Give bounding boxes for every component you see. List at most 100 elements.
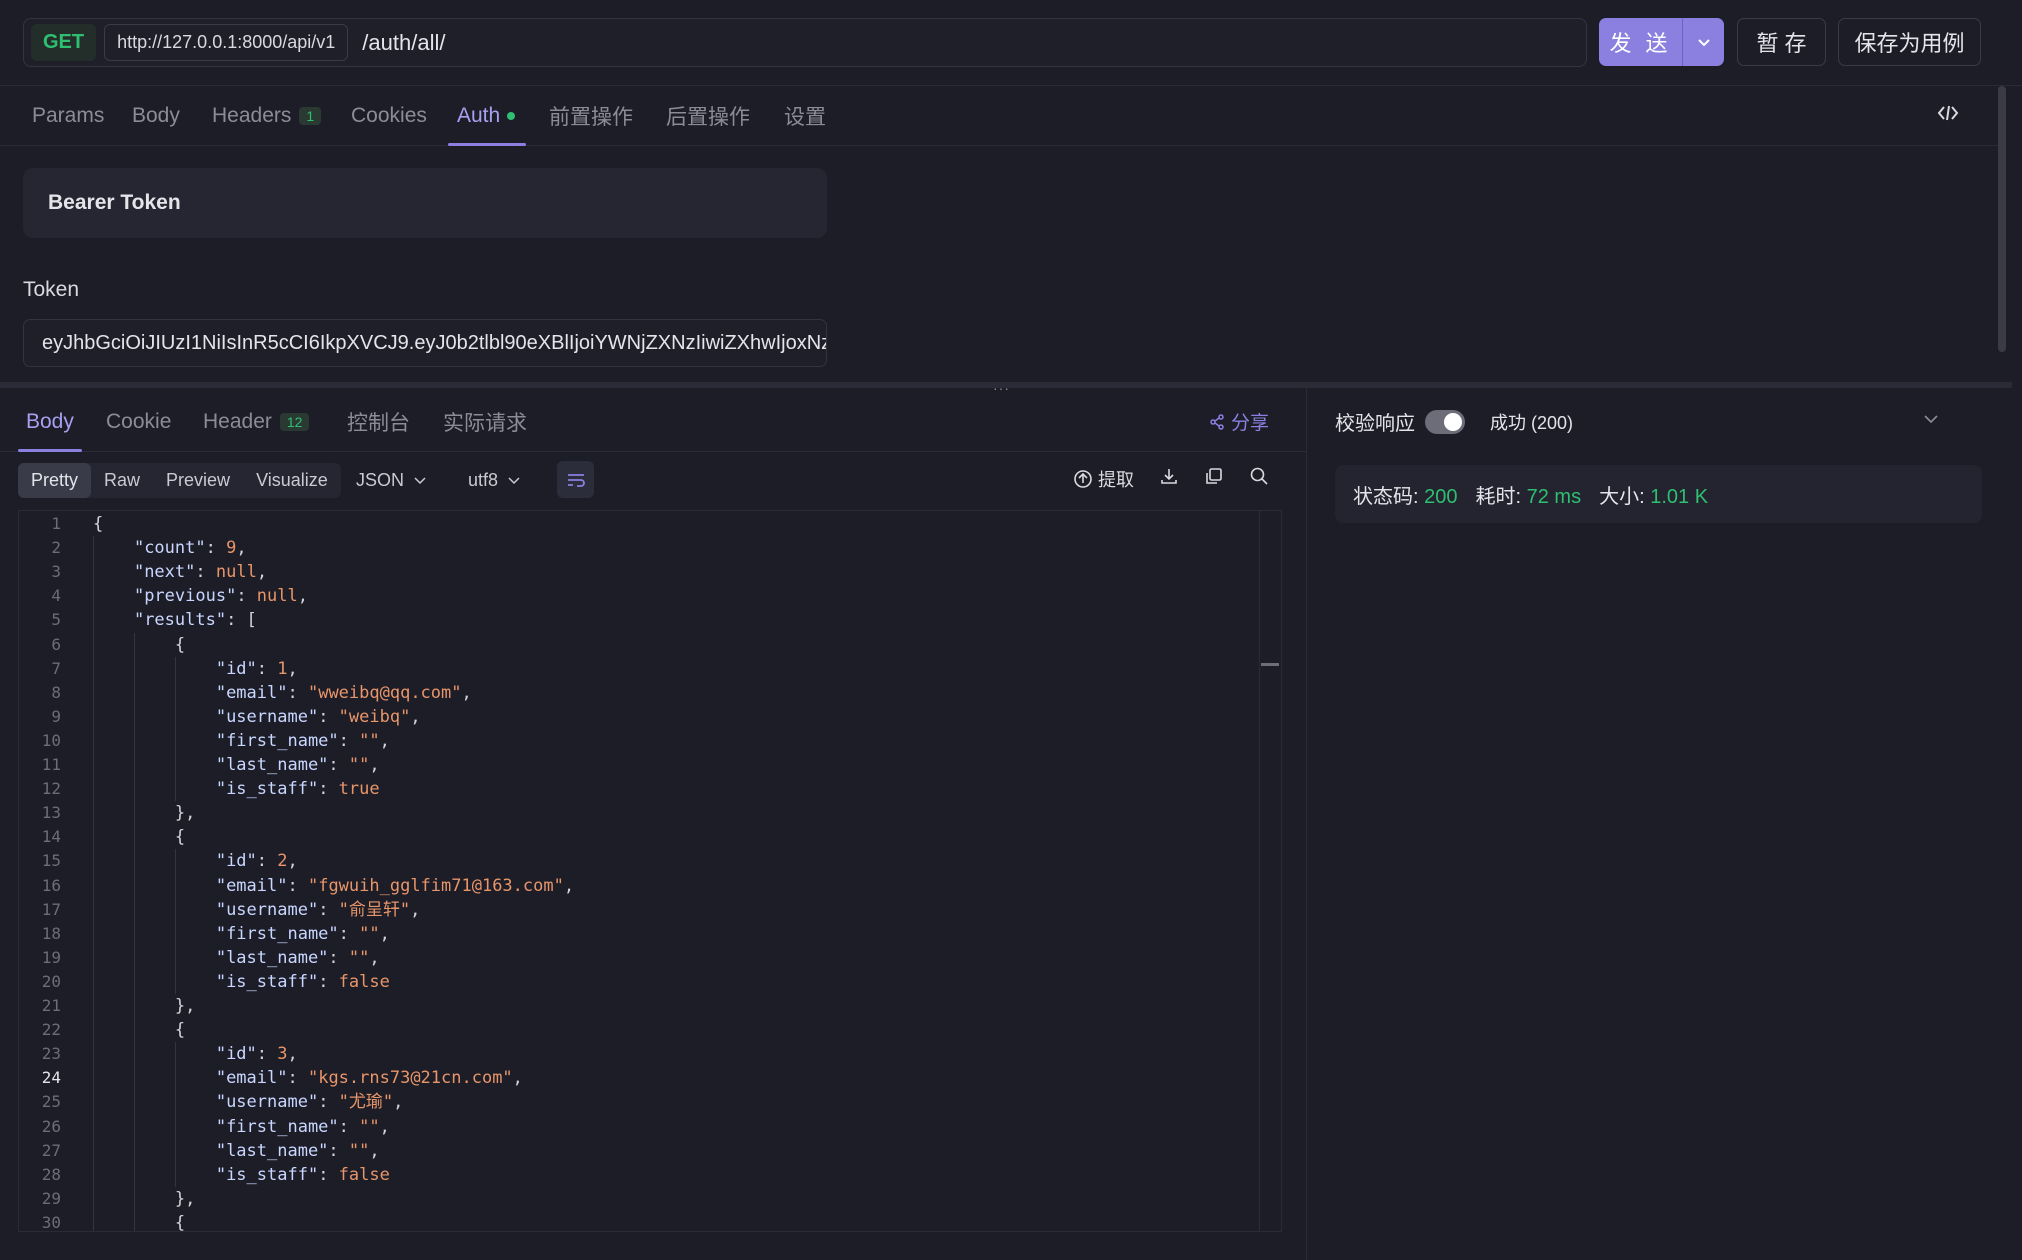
download-icon[interactable] [1159,466,1179,486]
response-body-editor[interactable]: 1{2 "count": 9, 3 "next": null, 4 "previou… [18,510,1282,1232]
code-text: "is_staff": false [215,971,390,992]
code-line: 30 { [19,1211,1259,1232]
auth-type-select[interactable]: Bearer Token [23,168,827,238]
line-number: 8 [51,682,61,702]
request-tabs: Params Body Headers 1 Cookies Auth 前置操作 后… [0,86,2000,146]
verify-response: 校验响应 [1335,407,1465,436]
url-input-group[interactable]: GET http://127.0.0.1:8000/api/v1 /auth/a… [23,18,1587,67]
send-label[interactable]: 发 送 [1599,18,1682,66]
tab-body[interactable]: Body [132,86,180,146]
indent-guide [174,1042,176,1187]
response-divider [1306,388,1307,1260]
code-text: "first_name": "", [215,1116,390,1137]
chevron-down-icon[interactable] [1924,408,1938,429]
line-number: 5 [51,610,61,630]
word-wrap-icon[interactable] [557,461,594,498]
code-text: }, [93,996,196,1016]
path-input[interactable]: /auth/all/ [362,30,445,56]
code-text: { [93,514,104,534]
tab-headers[interactable]: Headers 1 [212,86,322,146]
view-raw[interactable]: Raw [91,463,153,498]
tab-console[interactable]: 控制台 [347,392,410,452]
tab-label: Cookies [351,104,427,127]
code-line: 15 "id": 2, [19,849,1259,873]
indent-guide [93,536,94,1231]
token-input[interactable]: eyJhbGciOiJIUzI1NiIsInR5cCI6IkpXVCJ9.eyJ… [23,319,827,367]
time-item: 耗时: 72 ms [1476,480,1582,509]
tab-pre-operations[interactable]: 前置操作 [549,86,633,146]
code-icon[interactable] [1937,104,1959,127]
send-button[interactable]: 发 送 [1599,18,1724,66]
code-line: 18 "first_name": "", [19,922,1259,946]
code-text: "last_name": "", [215,947,380,968]
tab-response-body[interactable]: Body [26,392,74,452]
line-number: 30 [41,1212,61,1232]
copy-icon[interactable] [1204,466,1224,486]
view-visualize[interactable]: Visualize [243,463,341,498]
base-url[interactable]: http://127.0.0.1:8000/api/v1 [104,24,349,61]
code-text: "username": "俞呈轩", [215,899,421,920]
auth-status-dot [507,112,516,120]
size-value: 1.01 K [1650,485,1709,508]
format-select[interactable]: JSON [356,463,426,498]
share-label: 分享 [1231,413,1270,434]
code-line: 11 "last_name": "", [19,753,1259,777]
search-icon[interactable] [1249,466,1269,486]
line-number: 26 [41,1116,61,1136]
tab-post-operations[interactable]: 后置操作 [666,86,750,146]
code-line: 10 "first_name": "", [19,729,1259,753]
share-button[interactable]: 分享 [1209,408,1269,435]
active-tab-indicator [448,143,526,146]
status-code-label: 状态码: [1353,485,1419,508]
response-status-summary: 状态码: 200 耗时: 72 ms 大小: 1.01 K [1335,465,1982,523]
header-count-badge: 12 [279,413,310,431]
code-line: 7 "id": 1, [19,657,1259,681]
send-dropdown-icon[interactable] [1682,18,1724,66]
code-text: "email": "fgwuih_gglfim71@163.com", [215,875,575,896]
code-text: "last_name": "", [215,755,380,775]
tab-label: 后置操作 [666,106,750,129]
code-text: "id": 3, [215,1044,298,1065]
view-pretty[interactable]: Pretty [18,463,92,498]
request-scrollbar[interactable] [1998,86,2006,352]
verify-toggle[interactable] [1425,409,1465,434]
tab-actual-request[interactable]: 实际请求 [443,392,527,452]
code-text: "first_name": "", [215,923,390,944]
tab-response-header[interactable]: Header 12 [203,392,310,452]
view-mode-switch: Pretty Raw Preview Visualize [18,463,341,498]
extract-button[interactable]: 提取 [1073,466,1134,492]
line-number: 6 [51,634,61,654]
code-text: { [93,827,186,848]
code-text: "username": "weibq", [215,706,421,727]
tab-label: 控制台 [347,412,410,435]
status-code-value: 200 [1424,485,1458,508]
verify-label: 校验响应 [1335,413,1415,435]
encoding-select[interactable]: utf8 [468,463,520,498]
code-line: 4 "previous": null, [19,584,1259,608]
code-text: "id": 1, [215,658,298,679]
code-line: 22 { [19,1018,1259,1042]
line-number: 1 [51,514,61,533]
tab-cookies[interactable]: Cookies [351,86,427,146]
save-case-button[interactable]: 保存为用例 [1838,18,1981,66]
line-number: 25 [41,1092,61,1112]
tab-auth[interactable]: Auth [457,86,516,146]
code-text: }, [93,803,196,824]
tab-params[interactable]: Params [32,86,104,146]
response-tabs: Body Cookie Header 12 控制台 实际请求 [0,392,1306,452]
method-select[interactable]: GET [31,24,97,61]
time-value: 72 ms [1526,485,1582,508]
tab-label: Header [203,410,272,433]
code-line: 14 { [19,825,1259,849]
stash-button[interactable]: 暂 存 [1737,18,1826,66]
line-number: 28 [41,1164,61,1184]
tab-settings[interactable]: 设置 [784,86,826,146]
tab-response-cookie[interactable]: Cookie [106,392,171,452]
editor-scrollbar[interactable] [1259,511,1260,1231]
code-line: 23 "id": 3, [19,1042,1259,1066]
indent-guide [133,632,135,1231]
code-text: "email": "kgs.rns73@21cn.com", [215,1068,523,1089]
code-text: "username": "尤瑜", [215,1092,404,1113]
view-preview[interactable]: Preview [153,463,243,498]
chevron-down-icon [508,476,520,484]
